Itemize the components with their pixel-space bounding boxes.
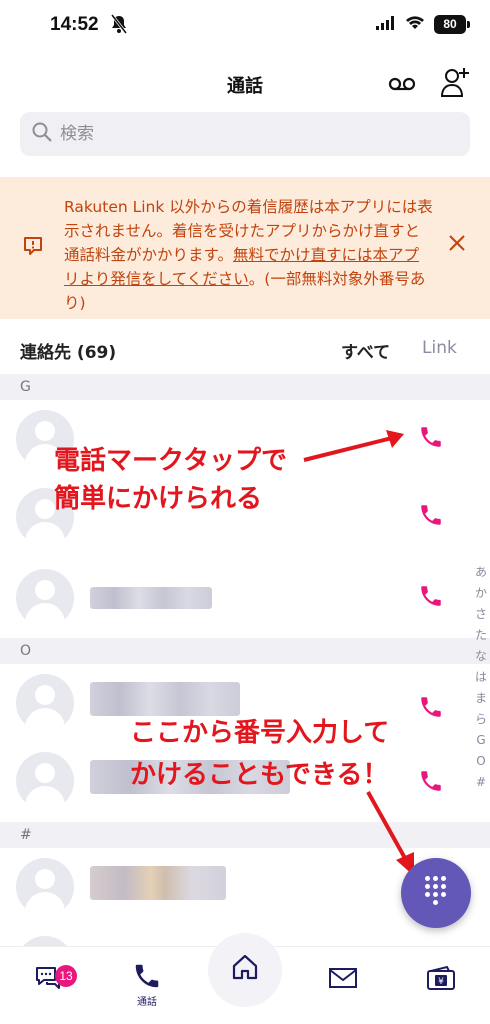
alert-icon — [22, 235, 44, 261]
avatar — [16, 936, 74, 946]
index-letter[interactable]: た — [475, 625, 487, 646]
contacts-header: 連絡先 (69) すべて Link — [0, 322, 490, 374]
add-contact-icon[interactable] — [440, 66, 470, 102]
index-letter[interactable]: # — [476, 772, 486, 793]
avatar — [16, 752, 74, 810]
index-letter[interactable]: ま — [475, 688, 487, 709]
contacts-title: 連絡先 (69) — [20, 343, 117, 363]
index-letter[interactable]: あ — [475, 562, 487, 583]
svg-text:¥: ¥ — [438, 977, 444, 987]
annotation-dial-line2: かけることもできる！ — [130, 760, 389, 790]
notice-text: Rakuten Link 以外からの着信履歴は本アプリには表示されません。着信を… — [64, 195, 434, 315]
search-bar[interactable] — [20, 112, 470, 156]
dialpad-button[interactable] — [401, 858, 471, 928]
search-input[interactable] — [60, 124, 440, 144]
contact-name-blurred — [90, 866, 226, 900]
contact-row[interactable] — [0, 559, 490, 637]
contact-name-blurred — [90, 682, 240, 716]
index-bar[interactable]: あ か さ た な は ま ら G O # — [474, 562, 488, 793]
status-time: 14:52 — [50, 14, 99, 35]
silent-bell-icon — [110, 14, 128, 38]
index-letter[interactable]: は — [475, 667, 487, 688]
annotation-dial-line1: ここから番号入力して — [130, 718, 390, 748]
index-letter[interactable]: ら — [475, 709, 487, 730]
mail-icon — [328, 968, 358, 993]
index-letter[interactable]: さ — [475, 604, 487, 625]
tab-home[interactable] — [208, 933, 282, 1007]
index-letter[interactable]: O — [476, 751, 485, 772]
battery-indicator: 80 — [434, 15, 470, 34]
avatar — [16, 569, 74, 627]
index-letter[interactable]: G — [476, 730, 485, 751]
signal-icon — [376, 15, 396, 34]
close-icon[interactable] — [448, 234, 466, 256]
phone-icon[interactable] — [418, 502, 444, 532]
avatar — [16, 858, 74, 916]
dialpad-icon — [425, 876, 447, 910]
notice-banner: Rakuten Link 以外からの着信履歴は本アプリには表示されません。着信を… — [0, 177, 490, 319]
annotation-tap-phone-line2: 簡単にかけられる — [54, 484, 263, 514]
tab-wallet[interactable]: ¥ — [426, 965, 456, 995]
unread-badge: 13 — [55, 965, 77, 987]
tab-all[interactable]: すべて — [341, 338, 390, 363]
contact-name-blurred — [90, 587, 212, 609]
page-title: 通話 — [227, 76, 263, 97]
index-letter[interactable]: か — [475, 583, 487, 604]
search-icon — [32, 122, 52, 146]
tab-bar: 13 通話 ¥ — [0, 933, 490, 1024]
tab-calls[interactable] — [132, 961, 162, 995]
wallet-icon: ¥ — [426, 965, 456, 995]
wifi-icon — [405, 15, 425, 34]
annotation-tap-phone-line1: 電話マークタップで — [54, 446, 287, 476]
tab-mail[interactable] — [328, 967, 358, 993]
home-icon — [231, 953, 259, 985]
section-header: G — [0, 374, 490, 400]
status-bar: 14:52 80 — [0, 0, 490, 52]
avatar — [16, 674, 74, 732]
phone-icon[interactable] — [418, 424, 444, 454]
voicemail-icon[interactable] — [388, 74, 416, 98]
phone-icon[interactable] — [418, 583, 444, 613]
section-header: O — [0, 638, 490, 664]
phone-icon[interactable] — [418, 694, 444, 724]
arrow-right-icon — [300, 426, 408, 470]
tab-link[interactable]: Link — [422, 338, 457, 358]
tab-calls-label: 通話 — [137, 997, 157, 1008]
index-letter[interactable]: な — [475, 646, 487, 667]
